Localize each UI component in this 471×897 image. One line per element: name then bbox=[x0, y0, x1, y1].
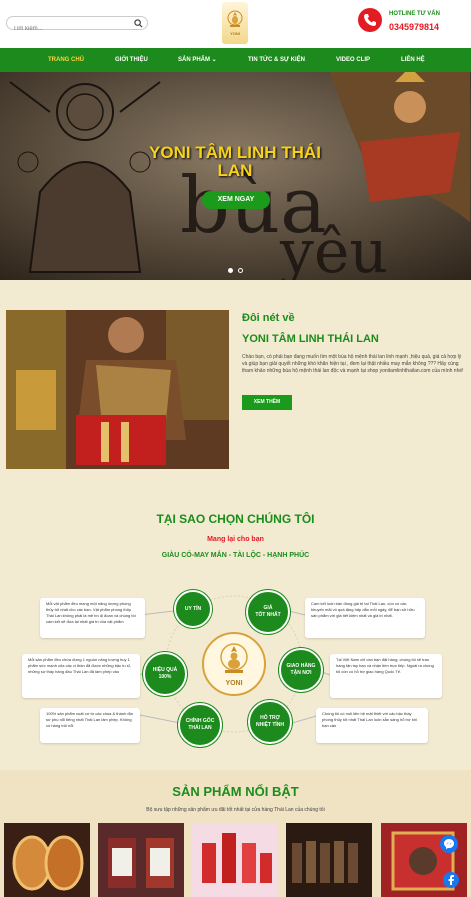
buddha-logo-icon bbox=[227, 10, 243, 27]
card-uy-tin: Mỗi vật phẩm đều mang một năng lượng pho… bbox=[40, 598, 145, 638]
product-card[interactable] bbox=[4, 823, 90, 897]
node-gia: GIÁ TỐT NHẤT bbox=[246, 590, 290, 634]
card-hieu-qua: Mỗi sản phẩm đều chứa đựng 1 nguồn năng … bbox=[22, 654, 140, 698]
logo-text: YONI bbox=[230, 31, 240, 36]
facebook-icon bbox=[448, 875, 454, 885]
why-tagline: GIÀU CÓ-MAY MẮN - TÀI LỘC - HẠNH PHÚC bbox=[161, 552, 310, 559]
node-uy-tin-line1: UY TÍN bbox=[184, 605, 202, 612]
messenger-button[interactable] bbox=[440, 835, 458, 853]
hero-banner: bùa yêu YONI TÂM LINH THÁI LAN XEM NGAY bbox=[0, 72, 471, 280]
about-kicker: Đôi nét về bbox=[242, 312, 295, 324]
card-chinh-goc: 100% sản phẩm xuất xứ từ các chùa & thán… bbox=[40, 708, 140, 743]
card-gia: Cam kết luôn bán đúng giá trị tại Thái L… bbox=[305, 598, 425, 638]
node-hieu-qua: HIỆU QUẢ 100% bbox=[143, 652, 187, 696]
hotline-label: HOTLINE TƯ VẤN bbox=[389, 11, 440, 17]
hero-title: YONI TÂM LINH THÁI LAN bbox=[149, 143, 321, 180]
carousel-dot-1[interactable] bbox=[228, 268, 233, 273]
center-logo-text: YONI bbox=[225, 679, 243, 687]
node-gia-line2: TỐT NHẤT bbox=[255, 612, 281, 618]
why-title: TẠI SAO CHỌN CHÚNG TÔI bbox=[156, 512, 315, 526]
node-hieu-qua-line1: HIỆU QUẢ bbox=[152, 667, 178, 673]
node-chinh-goc: CHÍNH GỐC THÁI LAN bbox=[178, 703, 222, 747]
node-giao-hang: GIAO HÀNG TẬN NƠI bbox=[279, 648, 323, 692]
search-icon[interactable] bbox=[134, 19, 143, 28]
nav-item-home[interactable]: TRANG CHỦ bbox=[48, 48, 84, 72]
hero-cta-button[interactable]: XEM NGAY bbox=[202, 191, 270, 209]
messenger-icon bbox=[444, 839, 454, 849]
nav-item-products[interactable]: SẢN PHẨM ⌄ bbox=[178, 48, 217, 72]
site-header: YONI HOTLINE TƯ VẤN 0345979814 bbox=[0, 0, 471, 48]
node-ho-tro-line2: NHIỆT TÌNH bbox=[255, 722, 285, 728]
nav-item-video[interactable]: VIDEO CLIP bbox=[336, 48, 370, 72]
buddha-emblem-icon bbox=[220, 642, 248, 673]
node-giao-hang-line2: TẬN NƠI bbox=[290, 670, 312, 676]
carousel-dot-2[interactable] bbox=[238, 268, 243, 273]
node-chinh-goc-line2: THÁI LAN bbox=[188, 725, 212, 731]
facebook-button[interactable] bbox=[443, 872, 459, 888]
nav-item-contact[interactable]: LIÊN HỆ bbox=[401, 48, 425, 72]
nav-item-about[interactable]: GIỚI THIỆU bbox=[115, 48, 148, 72]
nav-item-news[interactable]: TIN TỨC & SỰ KIỆN bbox=[248, 48, 305, 72]
node-ho-tro-line1: HỖ TRỢ bbox=[260, 715, 280, 721]
product-card[interactable] bbox=[98, 823, 184, 897]
about-title: YONI TÂM LINH THÁI LAN bbox=[242, 333, 379, 345]
site-logo[interactable]: YONI bbox=[222, 2, 248, 44]
node-hieu-qua-line2: 100% bbox=[158, 674, 172, 680]
about-more-button[interactable]: XEM THÊM bbox=[242, 395, 292, 410]
card-giao-hang: Tại Việt Nam chỉ cần bạn đặt hàng, chúng… bbox=[330, 654, 442, 698]
center-logo: YONI bbox=[202, 632, 266, 696]
node-uy-tin: UY TÍN bbox=[174, 590, 212, 628]
product-card[interactable] bbox=[286, 823, 372, 897]
hero-bg-word-2: yêu bbox=[279, 217, 388, 280]
phone-icon[interactable] bbox=[358, 8, 382, 32]
node-ho-tro: HỖ TRỢ NHIỆT TÌNH bbox=[248, 700, 292, 744]
hotline-number[interactable]: 0345979814 bbox=[389, 22, 439, 32]
node-gia-line1: GIÁ bbox=[263, 605, 273, 611]
featured-title: SẢN PHẨM NỔI BẬT bbox=[172, 784, 299, 799]
featured-subtitle: Bộ sưu tập những sản phẩm ưu đãi tốt nhấ… bbox=[146, 807, 325, 813]
node-chinh-goc-line1: CHÍNH GỐC bbox=[185, 718, 215, 724]
why-subtitle: Mang lại cho bạn bbox=[207, 536, 264, 543]
search-input[interactable] bbox=[7, 23, 127, 35]
product-card[interactable] bbox=[192, 823, 278, 897]
about-photo bbox=[6, 310, 229, 469]
card-ho-tro: Chúng tôi có mối liên hệ mật thiết với c… bbox=[316, 708, 428, 743]
main-nav: TRANG CHỦ GIỚI THIỆU SẢN PHẨM ⌄ TIN TỨC … bbox=[0, 48, 471, 72]
node-giao-hang-line1: GIAO HÀNG bbox=[286, 663, 316, 669]
about-text: Chào bạn, có phải bạn đang muốn tìm một … bbox=[242, 354, 464, 374]
search-box[interactable] bbox=[6, 16, 148, 35]
